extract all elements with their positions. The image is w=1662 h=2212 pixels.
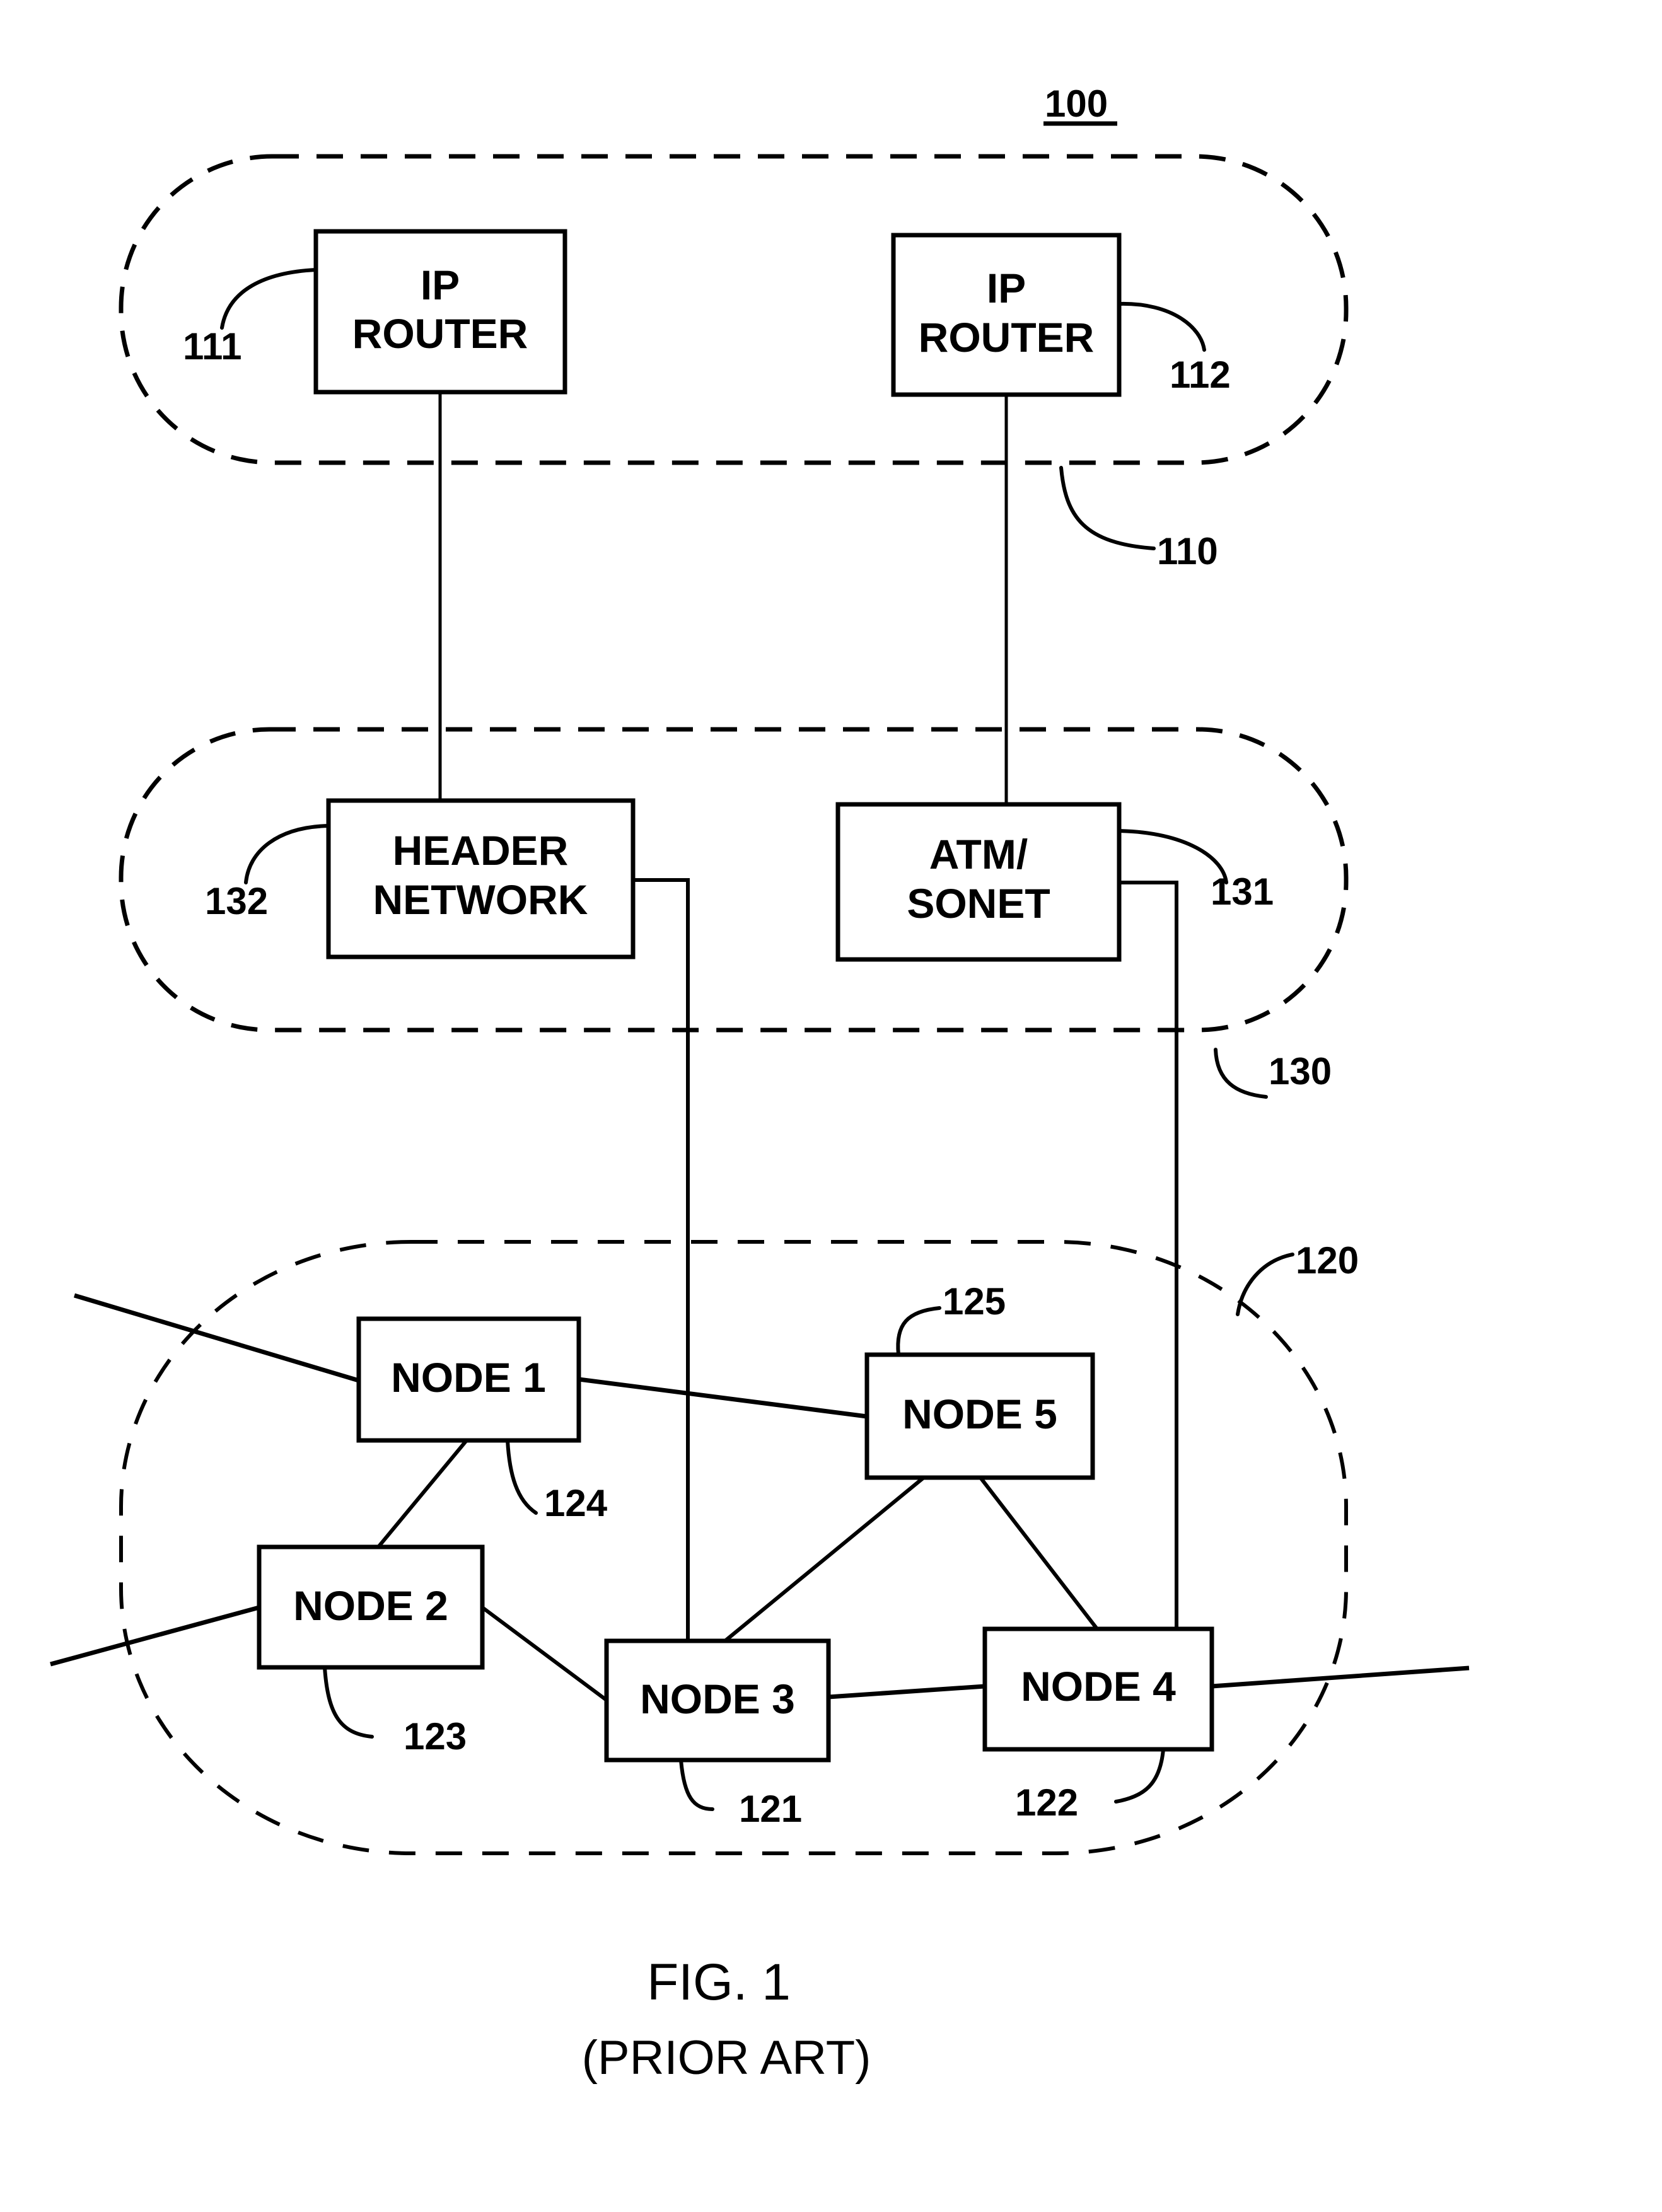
ref-111: 111 xyxy=(183,325,242,368)
leader-111 xyxy=(220,268,318,330)
atm-sonet-label-line1: ATM/ xyxy=(929,831,1028,877)
figure-caption: FIG. 1 xyxy=(647,1954,791,2011)
ref-131: 131 xyxy=(1211,871,1274,913)
link-node1-node5 xyxy=(578,1377,868,1419)
atm-sonet[interactable]: ATM/ SONET xyxy=(835,802,1122,962)
header-network-label-line2: NETWORK xyxy=(373,876,588,923)
node-3[interactable]: NODE 3 xyxy=(604,1638,831,1763)
leader-124 xyxy=(506,1439,538,1515)
node-5-label: NODE 5 xyxy=(902,1391,1057,1437)
link-header-node3 xyxy=(633,878,690,1641)
node-1[interactable]: NODE 1 xyxy=(356,1316,581,1443)
leader-132 xyxy=(244,824,330,884)
header-network-label-line1: HEADER xyxy=(393,827,569,874)
node-4-label: NODE 4 xyxy=(1021,1663,1176,1710)
link-node5-node4 xyxy=(979,1476,1099,1630)
atm-sonet-label-line2: SONET xyxy=(907,880,1050,927)
network-diagram: 100 IP ROUTER IP ROUTER HEADER NETWORK A… xyxy=(50,83,1470,2085)
ref-132: 132 xyxy=(205,880,268,922)
link-node3-node4 xyxy=(828,1684,985,1700)
router-111-label-line1: IP xyxy=(421,262,460,308)
leader-121 xyxy=(679,1758,714,1811)
router-112-label-line2: ROUTER xyxy=(919,314,1095,361)
ref-122: 122 xyxy=(1015,1781,1078,1824)
ref-121: 121 xyxy=(739,1788,802,1830)
router-111-label-line2: ROUTER xyxy=(352,310,528,357)
ref-124: 124 xyxy=(544,1482,608,1524)
router-111[interactable]: IP ROUTER xyxy=(313,229,567,395)
ref-130: 130 xyxy=(1269,1050,1332,1092)
leader-123 xyxy=(323,1665,374,1739)
node-4[interactable]: NODE 4 xyxy=(982,1626,1214,1752)
link-atm-node4 xyxy=(1119,881,1178,1629)
external-link-node2 xyxy=(50,1605,260,1667)
leader-125 xyxy=(896,1306,941,1357)
router-112[interactable]: IP ROUTER xyxy=(891,233,1122,397)
router-112-label-line1: IP xyxy=(987,265,1026,311)
node-5[interactable]: NODE 5 xyxy=(864,1352,1095,1480)
group-130-outline xyxy=(119,727,1349,1033)
node-3-label: NODE 3 xyxy=(640,1676,795,1722)
ref-110: 110 xyxy=(1157,530,1218,572)
external-link-node4 xyxy=(1211,1665,1470,1689)
ref-120: 120 xyxy=(1296,1239,1359,1282)
node-2-label: NODE 2 xyxy=(293,1582,448,1629)
figure-ref-100: 100 xyxy=(1045,83,1108,125)
ref-123: 123 xyxy=(404,1715,467,1757)
leader-130 xyxy=(1214,1048,1268,1099)
figure-subcaption: (PRIOR ART) xyxy=(582,2031,871,2085)
ref-125: 125 xyxy=(943,1280,1006,1323)
node-1-label: NODE 1 xyxy=(391,1354,546,1401)
ref-112: 112 xyxy=(1170,354,1231,396)
header-network[interactable]: HEADER NETWORK xyxy=(326,798,636,959)
leader-122 xyxy=(1114,1747,1165,1804)
connections xyxy=(50,392,1470,1702)
link-node5-node3 xyxy=(724,1476,925,1643)
leader-112 xyxy=(1117,301,1206,352)
node-2[interactable]: NODE 2 xyxy=(257,1544,485,1670)
link-node1-node2 xyxy=(376,1439,468,1548)
leader-110 xyxy=(1059,466,1156,550)
link-node2-node3 xyxy=(481,1606,608,1702)
